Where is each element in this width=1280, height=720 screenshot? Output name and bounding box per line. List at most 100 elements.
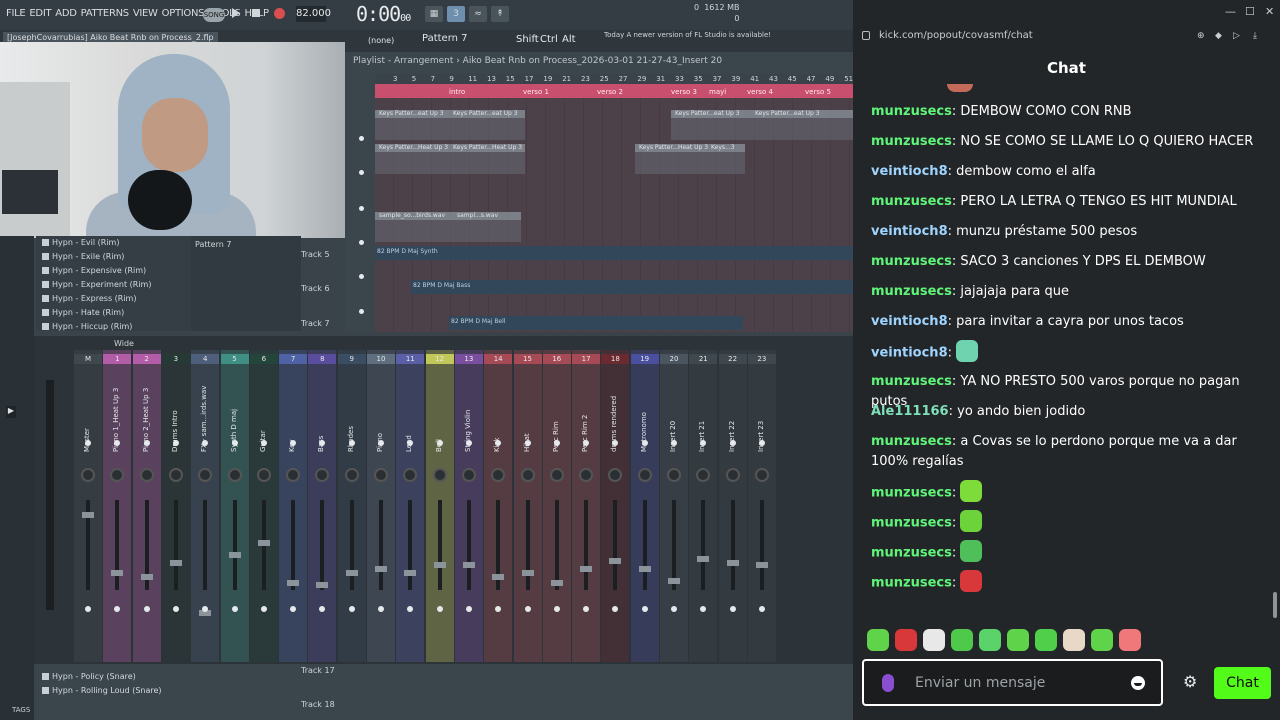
chat-message[interactable]: veintioch8: para invitar a cayra por uno… bbox=[871, 312, 1267, 332]
microphone-icon[interactable] bbox=[882, 674, 894, 692]
volume-fader-track[interactable] bbox=[203, 500, 208, 590]
chat-username[interactable]: munzusecs bbox=[871, 576, 952, 591]
mixer-strip[interactable]: 15Hihat bbox=[513, 350, 542, 662]
pan-knob[interactable] bbox=[198, 468, 213, 482]
mixer-strip[interactable]: 23 Insert 23 bbox=[747, 350, 776, 662]
menu-file[interactable]: FILE bbox=[6, 8, 26, 19]
volume-fader-track[interactable] bbox=[437, 500, 442, 590]
strip-route-dot[interactable] bbox=[583, 606, 590, 612]
strip-route-dot[interactable] bbox=[758, 606, 765, 612]
volume-fader-handle[interactable] bbox=[697, 556, 710, 562]
quick-emote-icon[interactable] bbox=[1063, 629, 1085, 651]
timeline-ruler[interactable] bbox=[375, 74, 853, 84]
strip-route-dot[interactable] bbox=[671, 606, 677, 612]
quick-emote-icon[interactable] bbox=[1119, 629, 1141, 651]
chat-message[interactable]: veintioch8: bbox=[871, 340, 1267, 364]
volume-fader-handle[interactable] bbox=[316, 582, 329, 588]
pan-knob[interactable] bbox=[637, 468, 652, 482]
mixer-strip[interactable]: 2 Piano 2_Heat Up 3 bbox=[132, 350, 161, 662]
chat-message[interactable]: munzusecs: jajajaja para que bbox=[871, 282, 1267, 302]
play-icon[interactable] bbox=[232, 8, 240, 18]
strip-route-dot[interactable] bbox=[495, 606, 502, 612]
lock-icon[interactable] bbox=[862, 31, 870, 40]
mixer-strip[interactable]: 21 Insert 21 bbox=[689, 350, 718, 662]
track-mute-dot[interactable] bbox=[359, 136, 364, 141]
chat-input-placeholder[interactable]: Enviar un mensaje bbox=[915, 675, 1045, 691]
quick-emote-icon[interactable] bbox=[979, 629, 1001, 651]
quick-emote-icon[interactable] bbox=[951, 629, 973, 651]
chat-username[interactable]: munzusecs bbox=[871, 194, 952, 209]
strip-enable-dot[interactable] bbox=[524, 440, 531, 446]
chat-username[interactable]: munzusecs bbox=[871, 516, 952, 531]
chat-emote-icon[interactable] bbox=[960, 510, 983, 532]
countdown-icon[interactable]: ↟ bbox=[491, 6, 509, 22]
strip-route-dot[interactable] bbox=[143, 606, 150, 612]
volume-fader-handle[interactable] bbox=[287, 580, 300, 586]
volume-fader-track[interactable] bbox=[115, 500, 120, 590]
strip-route-dot[interactable] bbox=[641, 606, 648, 612]
volume-fader-handle[interactable] bbox=[404, 570, 417, 576]
chat-username[interactable]: munzusecs bbox=[871, 546, 952, 561]
mixer-strip[interactable]: 4 FX - sam...irds.wav bbox=[191, 350, 220, 662]
timeline-marker[interactable]: intro bbox=[449, 88, 465, 96]
timeline-marker[interactable]: verso 2 bbox=[597, 88, 623, 96]
pan-knob[interactable] bbox=[81, 468, 95, 482]
mixer-strip[interactable]: 19 Metronomo bbox=[630, 350, 659, 662]
pan-knob[interactable] bbox=[754, 468, 769, 482]
timeline-marker[interactable]: mayi bbox=[709, 88, 726, 96]
chat-username[interactable]: munzusecs bbox=[871, 104, 952, 119]
gear-icon[interactable]: ⚙ bbox=[1183, 672, 1197, 691]
chat-emote-icon[interactable] bbox=[960, 480, 983, 502]
download-icon[interactable]: ⤓ bbox=[1253, 31, 1263, 41]
mixer-strip[interactable]: 14Kick bbox=[484, 350, 513, 662]
strip-enable-dot[interactable] bbox=[671, 440, 677, 446]
strip-route-dot[interactable] bbox=[172, 606, 179, 612]
chat-username[interactable]: munzusecs bbox=[871, 486, 952, 501]
track-mute-dot[interactable] bbox=[359, 274, 364, 279]
tempo-display[interactable]: 82.000 bbox=[296, 6, 331, 22]
volume-fader-track[interactable] bbox=[554, 500, 559, 590]
maximize-icon[interactable]: ☐ bbox=[1245, 5, 1255, 18]
track-mute-dot[interactable] bbox=[359, 309, 364, 314]
chat-username[interactable]: munzusecs bbox=[871, 134, 952, 149]
chat-message[interactable]: munzusecs: NO SE COMO SE LLAME LO Q QUIE… bbox=[871, 132, 1267, 152]
quick-emote-icon[interactable] bbox=[1007, 629, 1029, 651]
strip-enable-dot[interactable] bbox=[729, 440, 736, 446]
pan-knob[interactable] bbox=[227, 468, 242, 482]
strip-route-dot[interactable] bbox=[407, 606, 414, 612]
browser-item[interactable]: Hypn - Policy (Snare) bbox=[42, 672, 136, 681]
volume-fader-track[interactable] bbox=[672, 500, 676, 590]
chat-message[interactable]: munzusecs: SACO 3 canciones Y DPS EL DEM… bbox=[871, 252, 1267, 272]
emoji-icon[interactable] bbox=[1131, 676, 1145, 690]
pan-knob[interactable] bbox=[725, 468, 740, 482]
volume-fader-handle[interactable] bbox=[462, 562, 475, 568]
volume-fader-track[interactable] bbox=[730, 500, 735, 590]
chat-username[interactable]: munzusecs bbox=[871, 284, 952, 299]
mixer-strip[interactable]: 16 Perc Rim bbox=[542, 350, 571, 662]
volume-fader-track[interactable] bbox=[408, 500, 413, 590]
menu-options[interactable]: OPTIONS bbox=[162, 8, 205, 19]
pan-knob[interactable] bbox=[374, 468, 388, 482]
mixer-strip[interactable]: 3 Drums Intro bbox=[161, 350, 190, 662]
strip-route-dot[interactable] bbox=[319, 606, 326, 612]
timeline-marker[interactable]: verso 3 bbox=[671, 88, 697, 96]
browser-item[interactable]: Hypn - Hate (Rim) bbox=[41, 308, 124, 317]
strip-route-dot[interactable] bbox=[114, 606, 121, 612]
chat-message[interactable]: munzusecs: a Covas se lo perdono porque … bbox=[871, 432, 1267, 472]
chat-message-list[interactable]: munzusecs: DEMBOW COMO CON RNB munzusecs:… bbox=[853, 84, 1280, 624]
mixer-strip[interactable]: 8Bass bbox=[308, 350, 337, 662]
close-icon[interactable]: ✕ bbox=[1265, 5, 1274, 18]
strip-route-dot[interactable] bbox=[553, 606, 560, 612]
strip-enable-dot[interactable] bbox=[465, 440, 472, 446]
browser-item[interactable]: Hypn - Rolling Loud (Snare) bbox=[42, 686, 162, 695]
track-name[interactable]: Track 18 bbox=[301, 700, 335, 709]
quick-emote-icon[interactable] bbox=[923, 629, 945, 651]
strip-route-dot[interactable] bbox=[524, 606, 531, 612]
mixer-strip[interactable]: 20 Insert 20 bbox=[660, 350, 688, 662]
chat-message[interactable]: veintioch8: dembow como el alfa bbox=[871, 162, 1267, 182]
pan-knob[interactable] bbox=[579, 468, 594, 482]
track-mute-dot[interactable] bbox=[359, 170, 364, 175]
mixer-strip[interactable]: 7Key bbox=[279, 350, 308, 662]
strip-enable-dot[interactable] bbox=[553, 440, 560, 446]
timeline-marker[interactable]: verso 5 bbox=[805, 88, 831, 96]
